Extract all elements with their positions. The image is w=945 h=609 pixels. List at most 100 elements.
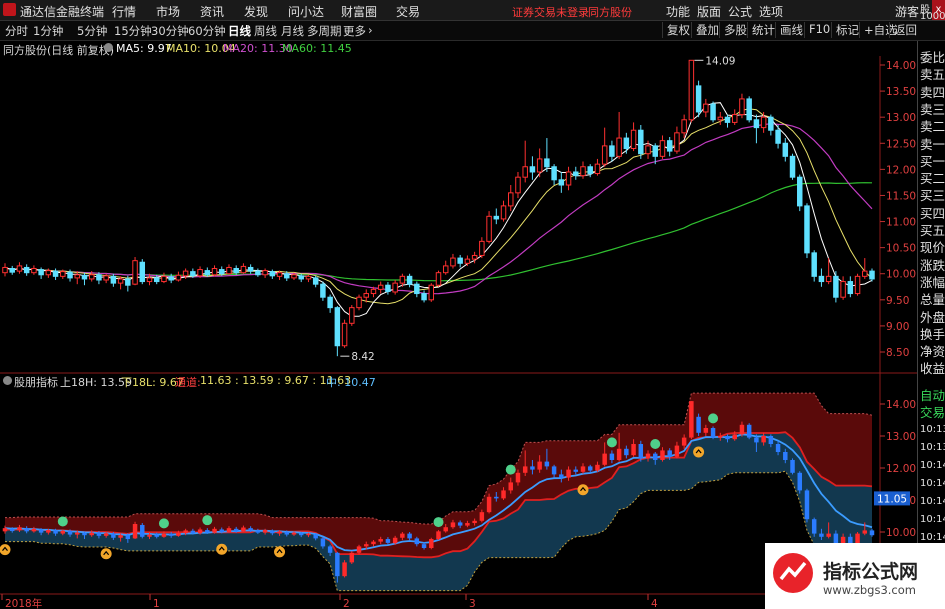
watermark-banner: 指标公式网 www.zbgs3.com bbox=[765, 543, 945, 609]
ind-candle-body bbox=[508, 482, 513, 491]
huaxian-button[interactable]: 画线 bbox=[775, 22, 803, 38]
ind-candle-body bbox=[9, 528, 15, 532]
sell-signal-icon bbox=[650, 439, 661, 449]
ind-candle-body bbox=[262, 530, 268, 533]
candle-body bbox=[96, 274, 102, 281]
menu-hangqing[interactable]: 行情 bbox=[112, 3, 136, 20]
back-button[interactable]: 返回 bbox=[889, 22, 917, 38]
menu-caifuquan[interactable]: 财富圈 bbox=[341, 3, 377, 20]
candle-body bbox=[356, 296, 362, 309]
candle-body bbox=[247, 266, 254, 272]
ind-tick-label: 13.00 bbox=[886, 431, 916, 443]
candle-body bbox=[67, 271, 73, 279]
ma60-legend: MA60: 11.45 bbox=[282, 42, 352, 55]
period-15min[interactable]: 15分钟 bbox=[114, 23, 152, 39]
menu-xuanxiang[interactable]: 选项 bbox=[759, 3, 783, 20]
sell-signal-icon bbox=[708, 413, 719, 424]
settings-dot-icon[interactable] bbox=[104, 43, 113, 52]
ind-candle-body bbox=[46, 530, 51, 533]
sell-signal-icon bbox=[606, 437, 617, 448]
ind-candle-body bbox=[371, 541, 376, 545]
ind-tick-label: 14.00 bbox=[886, 399, 916, 411]
menu-shichang[interactable]: 市场 bbox=[156, 3, 180, 20]
ind-candle-body bbox=[53, 530, 58, 534]
ind-candle-body bbox=[248, 528, 253, 531]
candle-body bbox=[16, 265, 23, 272]
buy-signal-icon bbox=[693, 446, 705, 458]
candle-body bbox=[414, 283, 420, 295]
ind-candle-body bbox=[38, 529, 44, 533]
period-5min[interactable]: 5分钟 bbox=[77, 23, 107, 39]
candle-body bbox=[710, 103, 716, 121]
candle-body bbox=[609, 145, 615, 157]
period-30min[interactable]: 30分钟 bbox=[151, 23, 189, 39]
side-item: 换手 bbox=[920, 326, 945, 342]
ind-candle-body bbox=[494, 496, 499, 499]
period-1min[interactable]: 1分钟 bbox=[33, 23, 63, 39]
period-daily[interactable]: 日线 bbox=[228, 23, 251, 39]
ind-candle-body bbox=[718, 436, 723, 438]
period-toolbar: 分时 1分钟 5分钟 15分钟 30分钟 60分钟 日线 周线 月线 多周期 更… bbox=[0, 21, 945, 41]
ind-candle-body bbox=[147, 534, 152, 537]
price-tick-label: 11.00 bbox=[886, 217, 916, 229]
login-notice[interactable]: 证券交易未登录 bbox=[512, 4, 589, 20]
ind-candle-body bbox=[342, 562, 347, 577]
tongji-button[interactable]: 统计 bbox=[747, 22, 775, 38]
candle-body bbox=[312, 277, 319, 285]
menu-gongneng[interactable]: 功能 bbox=[666, 3, 690, 20]
menu-wenxiaoda[interactable]: 问小达 bbox=[288, 3, 324, 20]
candle-body bbox=[276, 272, 283, 277]
ind-candle-body bbox=[768, 436, 774, 444]
candle-body bbox=[652, 145, 658, 157]
period-fenshi[interactable]: 分时 bbox=[5, 23, 28, 39]
period-multi[interactable]: 多周期 bbox=[307, 23, 342, 39]
ind-candle-body bbox=[364, 544, 369, 547]
candle-body bbox=[580, 166, 586, 177]
candle-body bbox=[45, 270, 52, 276]
candle-body bbox=[421, 293, 427, 301]
ind-candle-body bbox=[544, 461, 550, 467]
menu-jiaoyi[interactable]: 交易 bbox=[396, 3, 420, 20]
duogu-button[interactable]: 多股 bbox=[719, 22, 747, 38]
kline-chart[interactable]: 14.00 13.50 13.00 12.50 12.00 11.50 11.00 10.50… bbox=[0, 56, 917, 609]
ind-candle-body bbox=[103, 533, 109, 536]
candle-body bbox=[291, 274, 297, 279]
menu-zixun[interactable]: 资讯 bbox=[200, 3, 224, 20]
menu-banmian[interactable]: 版面 bbox=[697, 3, 721, 20]
ind-candle-body bbox=[132, 524, 138, 539]
ind-tick-label: 10.00 bbox=[886, 527, 916, 539]
ind-candle-body bbox=[566, 469, 571, 478]
candle-body bbox=[406, 275, 413, 285]
candle-body bbox=[818, 275, 825, 283]
ind-candle-body bbox=[573, 469, 579, 472]
period-monthly[interactable]: 月线 bbox=[281, 23, 304, 39]
f10-button[interactable]: F10 bbox=[804, 22, 830, 38]
side-item: 买三 bbox=[920, 188, 945, 204]
side-item: 净资 bbox=[920, 344, 945, 360]
ind-candle-body bbox=[443, 527, 448, 532]
diejia-button[interactable]: 叠加 bbox=[691, 22, 719, 38]
candle-body bbox=[854, 275, 861, 295]
biaoji-button[interactable]: 标记 bbox=[831, 22, 859, 38]
side-time: 10:14 bbox=[920, 460, 945, 471]
ind-candle-body bbox=[710, 428, 716, 438]
menu-faxian[interactable]: 发现 bbox=[244, 3, 268, 20]
buy-signal-icon bbox=[577, 484, 589, 496]
candle-body bbox=[240, 265, 247, 274]
ind-candle-body bbox=[602, 453, 607, 465]
candle-body bbox=[363, 293, 369, 298]
chevron-right-icon[interactable]: › bbox=[368, 23, 373, 37]
user-guest[interactable]: 游客 bbox=[895, 3, 919, 20]
fuquan-button[interactable]: 复权 bbox=[662, 22, 690, 38]
candle-body bbox=[536, 158, 543, 173]
ind-candle-body bbox=[804, 490, 810, 520]
menu-gongshi[interactable]: 公式 bbox=[728, 3, 752, 20]
ind-candle-body bbox=[190, 530, 196, 534]
ind-candle-body bbox=[653, 453, 658, 460]
ind-candle-body bbox=[414, 538, 420, 545]
period-weekly[interactable]: 周线 bbox=[254, 23, 277, 39]
period-60min[interactable]: 60分钟 bbox=[188, 23, 226, 39]
period-more[interactable]: 更多 bbox=[343, 23, 366, 39]
ind-candle-body bbox=[75, 532, 80, 535]
ind-candle-body bbox=[746, 424, 752, 438]
